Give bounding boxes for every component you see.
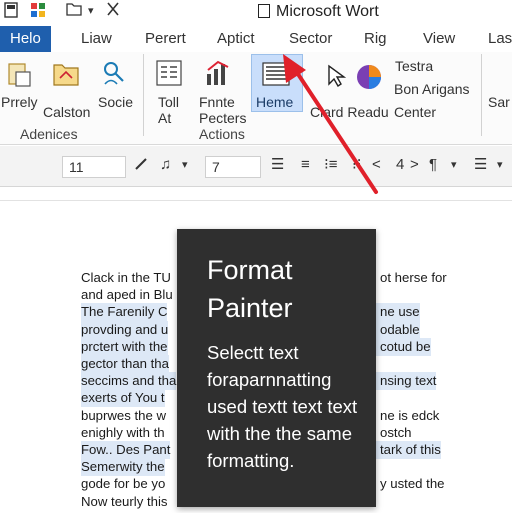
chevron-left-icon[interactable]: < [372, 155, 381, 175]
grid-icon[interactable] [30, 2, 46, 23]
paste-icon[interactable] [6, 60, 32, 87]
fnnte-label-line1: Fnnte [199, 94, 235, 110]
prrely-label[interactable]: Prrely [1, 94, 38, 110]
document-line[interactable]: buprwes the w [81, 407, 166, 425]
fnnte-label-line2: Pecters [199, 110, 247, 126]
tab-helo[interactable]: Helo [0, 26, 51, 52]
numbered-list-icon[interactable]: ⁝≡ [324, 155, 338, 175]
tooltip-body: Selectt text foraparnnatting used textt … [207, 342, 358, 471]
document-line[interactable]: gode for be yo [81, 475, 165, 493]
document-line-tail[interactable]: ostch [376, 424, 412, 442]
number-4-value[interactable]: 4 [396, 155, 404, 175]
tab-las[interactable]: Las [488, 26, 512, 52]
window-title-text: Microsoft Wort [276, 3, 379, 20]
document-line[interactable]: Semerwity the [81, 458, 165, 477]
tab-aptict[interactable]: Aptict [217, 26, 255, 52]
chevron-down-icon[interactable]: ▾ [497, 155, 503, 175]
document-line-tail[interactable]: cotud be [376, 337, 431, 356]
toll-label[interactable]: Toll At [158, 94, 179, 126]
bon-arigans-label[interactable]: Bon Arigans [394, 81, 470, 97]
document-line[interactable]: enighly with th [81, 424, 165, 442]
heme-label[interactable]: Heme [256, 94, 293, 110]
document-line[interactable]: and aped in Blu [81, 286, 173, 304]
document-line-tail[interactable]: odable [376, 320, 420, 339]
document-line-tail[interactable]: ne use [376, 303, 420, 322]
chevron-down-icon[interactable]: ▾ [451, 155, 457, 175]
title-bar: ▾ Microsoft Wort [0, 0, 512, 24]
color-sphere-icon[interactable] [355, 63, 381, 89]
folder-icon[interactable] [66, 2, 82, 21]
ribbon-separator [143, 54, 144, 136]
document-line-tail[interactable]: y usted the [376, 475, 445, 493]
document-line[interactable]: The Farenily C [81, 303, 168, 322]
document-line-tail[interactable]: ne is edck [376, 407, 439, 425]
calston-label[interactable]: Calston [43, 104, 90, 120]
group-actions-label: Actions [199, 126, 245, 142]
tooltip-title: Format Painter [207, 255, 293, 323]
testra-label[interactable]: Testra [395, 58, 433, 74]
cursor-icon[interactable] [326, 64, 352, 90]
align-lines-icon[interactable]: ≡ [301, 155, 310, 175]
format-painter-tooltip: Format Painter Selectt text foraparnnatt… [177, 229, 376, 507]
dropdown-icon[interactable]: ▾ [88, 2, 94, 20]
ribbon-tabs: Helo Liaw Perert Aptict Sector Rig View … [0, 26, 512, 53]
fnnte-label[interactable]: Fnnte Pecters [199, 94, 246, 126]
indent-list-icon[interactable]: ⁝⁝ [352, 155, 362, 175]
undo-icon[interactable] [106, 2, 120, 21]
toll-label-line2: At [158, 110, 172, 126]
search-people-icon[interactable] [101, 60, 127, 86]
toll-label-line1: Toll [158, 94, 180, 110]
format-painter-icon[interactable] [262, 62, 290, 88]
document-line-tail[interactable]: nsing text [376, 372, 437, 391]
tab-liaw[interactable]: Liaw [81, 26, 112, 52]
pen-icon[interactable] [134, 157, 148, 177]
document-line-tail[interactable]: tark of this [376, 441, 441, 459]
document-line[interactable]: seccims and tha [81, 372, 177, 391]
chevron-right-icon[interactable]: > [410, 155, 419, 175]
table-icon[interactable] [156, 60, 182, 86]
save-icon[interactable] [4, 2, 18, 23]
document-line-tail[interactable]: ot herse for [376, 269, 447, 287]
size-box[interactable]: 7 [205, 156, 261, 178]
tab-sector[interactable]: Sector [289, 26, 332, 52]
socie-label[interactable]: Socie [98, 94, 133, 110]
group-adenices-label: Adenices [20, 126, 78, 142]
pilcrow-icon[interactable]: ¶ [429, 155, 437, 175]
ribbon-separator [481, 54, 482, 136]
document-icon [258, 4, 270, 18]
document-line[interactable]: gector than tha [81, 355, 169, 373]
document-line[interactable]: Fow.. Des Pant [81, 441, 171, 459]
font-size-box[interactable]: 11 [62, 156, 126, 178]
chevron-down-icon[interactable]: ▾ [182, 155, 188, 175]
document-line[interactable]: provding and u [81, 320, 169, 339]
sar-label[interactable]: Sar [488, 94, 510, 110]
chart-arrows-icon[interactable] [204, 58, 230, 85]
bullet-list-icon[interactable]: ☰ [271, 155, 284, 175]
menu-lines-icon[interactable]: ☰ [474, 155, 487, 175]
document-line[interactable]: Now teurly this [81, 493, 167, 511]
tab-view[interactable]: View [423, 26, 455, 52]
tab-perert[interactable]: Perert [145, 26, 186, 52]
window-title: Microsoft Wort [258, 2, 379, 22]
ciard-readu-label[interactable]: Ciard Readu [310, 104, 389, 120]
tab-rig[interactable]: Rig [364, 26, 387, 52]
document-line[interactable]: exerts of You t [81, 389, 165, 408]
music-note-icon[interactable]: ♫ [160, 155, 171, 175]
center-label[interactable]: Center [394, 104, 436, 120]
document-line[interactable]: prctert with the [81, 337, 168, 356]
folder-chart-icon[interactable] [52, 60, 79, 86]
document-line[interactable]: Clack in the TU [81, 269, 171, 287]
